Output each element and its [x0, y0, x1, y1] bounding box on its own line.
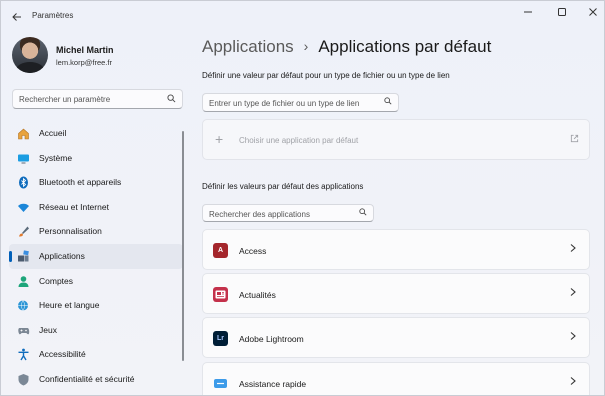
- sidebar-item-heure[interactable]: Heure et langue: [9, 293, 183, 318]
- app-row-access[interactable]: A Access: [202, 229, 590, 270]
- app-search-box: [202, 204, 374, 222]
- file-type-input[interactable]: [209, 97, 377, 109]
- maximize-icon: [558, 8, 566, 16]
- breadcrumb: Applications › Applications par défaut: [202, 37, 491, 61]
- wifi-icon: [17, 201, 30, 214]
- chevron-right-icon: [569, 331, 577, 344]
- arrow-left-icon: [12, 13, 21, 21]
- settings-search-box: [12, 89, 183, 109]
- app-name: Assistance rapide: [239, 378, 307, 389]
- sidebar-item-label: Accessibilité: [39, 349, 86, 360]
- minimize-button[interactable]: [511, 1, 545, 23]
- file-type-search-box: [202, 93, 399, 112]
- sidebar-item-label: Personnalisation: [39, 226, 102, 237]
- sidebar-item-label: Jeux: [39, 324, 57, 335]
- search-icon[interactable]: [384, 97, 392, 107]
- sidebar-item-label: Applications: [39, 250, 85, 261]
- sidebar-item-label: Réseau et Internet: [39, 201, 109, 212]
- sidebar-item-label: Accueil: [39, 128, 67, 138]
- gamepad-icon: [17, 324, 30, 337]
- window-title: Paramètres: [32, 11, 74, 20]
- sidebar-scrollbar[interactable]: [182, 131, 184, 361]
- app-name: Actualités: [239, 290, 276, 301]
- app-name: Adobe Lightroom: [239, 334, 304, 345]
- shield-icon: [17, 373, 30, 386]
- sidebar-item-label: Système: [39, 152, 73, 163]
- apps-icon: [17, 250, 30, 263]
- settings-window: Paramètres Michel Martin lem.korp@free.f…: [0, 0, 605, 396]
- app-search-input[interactable]: [209, 208, 349, 220]
- profile-email: lem.korp@free.fr: [56, 58, 112, 67]
- breadcrumb-parent[interactable]: Applications: [202, 37, 294, 56]
- person-icon: [17, 275, 30, 288]
- plus-icon: +: [215, 131, 224, 147]
- chevron-right-icon: [569, 287, 577, 300]
- sidebar-item-comptes[interactable]: Comptes: [9, 269, 183, 294]
- accessibility-icon: [17, 348, 30, 361]
- chevron-right-icon: [569, 376, 577, 389]
- sidebar-item-label: Comptes: [39, 275, 74, 286]
- app-row-adobe-lightroom[interactable]: Lr Adobe Lightroom: [202, 317, 590, 359]
- title-bar: Paramètres: [1, 1, 604, 33]
- lightroom-icon: Lr: [213, 331, 228, 347]
- breadcrumb-separator: ›: [303, 38, 309, 54]
- sidebar-item-label: Bluetooth et appareils: [39, 177, 122, 188]
- choose-default-app-button[interactable]: + Choisir une application par défaut: [202, 119, 590, 160]
- sidebar-item-reseau[interactable]: Réseau et Internet: [9, 195, 183, 220]
- choose-default-app-label: Choisir une application par défaut: [239, 136, 359, 145]
- close-icon: [589, 8, 597, 16]
- sidebar-item-confidentialite[interactable]: Confidentialité et sécurité: [9, 367, 183, 392]
- sidebar-item-systeme[interactable]: Système: [9, 146, 183, 171]
- sidebar-item-label: Heure et langue: [39, 300, 100, 311]
- app-row-actualites[interactable]: Actualités: [202, 273, 590, 315]
- globe-clock-icon: [17, 299, 30, 312]
- search-icon[interactable]: [167, 94, 176, 105]
- page-title: Applications par défaut: [318, 37, 492, 56]
- sidebar-item-applications[interactable]: Applications: [9, 243, 183, 269]
- file-type-section-label: Définir une valeur par défaut pour un ty…: [202, 71, 450, 80]
- settings-search-input[interactable]: [19, 93, 159, 106]
- app-list: A Access Actualités Lr Adobe Lightroom A…: [202, 229, 590, 395]
- sidebar-item-accessibilite[interactable]: Accessibilité: [9, 342, 183, 367]
- minimize-icon: [524, 11, 532, 13]
- bluetooth-icon: [17, 176, 30, 189]
- news-icon: [213, 287, 228, 303]
- quick-assist-icon: [213, 376, 228, 391]
- app-row-assistance-rapide[interactable]: Assistance rapide: [202, 361, 590, 395]
- home-icon: [17, 127, 30, 140]
- maximize-button[interactable]: [545, 1, 579, 23]
- external-link-icon: [570, 134, 579, 145]
- search-icon[interactable]: [359, 208, 367, 218]
- sidebar-nav: Accueil Système Bluetooth et appareils R…: [9, 121, 183, 392]
- display-icon: [17, 152, 30, 165]
- close-button[interactable]: [576, 1, 604, 23]
- app-name: Access: [239, 246, 267, 256]
- sidebar-item-label: Confidentialité et sécurité: [39, 373, 135, 384]
- back-button[interactable]: [7, 7, 27, 27]
- brush-icon: [17, 225, 30, 238]
- sidebar-item-personnalisation[interactable]: Personnalisation: [9, 219, 183, 244]
- user-profile[interactable]: Michel Martin lem.korp@free.fr: [12, 37, 192, 77]
- access-icon: A: [213, 243, 228, 258]
- sidebar-item-jeux[interactable]: Jeux: [9, 318, 183, 343]
- sidebar-item-accueil[interactable]: Accueil: [9, 121, 183, 146]
- chevron-right-icon: [569, 243, 577, 256]
- profile-name: Michel Martin: [56, 45, 114, 55]
- avatar: [12, 37, 48, 73]
- apps-section-label: Définir les valeurs par défaut des appli…: [202, 182, 364, 191]
- sidebar-item-bluetooth[interactable]: Bluetooth et appareils: [9, 170, 183, 195]
